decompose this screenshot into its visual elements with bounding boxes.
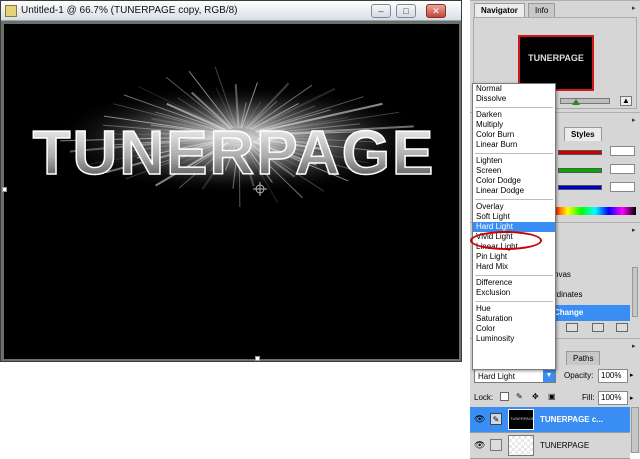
canvas-artwork: TUNERPAGE	[32, 66, 436, 207]
panel-menu-icon[interactable]: ▸	[632, 117, 639, 124]
eye-icon[interactable]: 👁	[474, 414, 486, 424]
blend-mode-option[interactable]: Exclusion	[473, 288, 555, 298]
opacity-field[interactable]: 100%	[598, 369, 628, 383]
panel-menu-icon[interactable]: ▸	[632, 343, 639, 350]
menu-separator	[473, 298, 555, 304]
fill-arrow-icon[interactable]: ▸	[630, 394, 634, 402]
blend-mode-option[interactable]: Multiply	[473, 120, 555, 130]
fill-field[interactable]: 100%	[598, 391, 628, 405]
layer-thumbnail: TUNERPAGE	[508, 409, 535, 430]
document-window: Untitled-1 @ 66.7% (TUNERPAGE copy, RGB/…	[0, 0, 462, 362]
menu-separator	[473, 196, 555, 202]
opacity-arrow-icon[interactable]: ▸	[630, 371, 634, 379]
lock-all-icon[interactable]: ▣	[548, 392, 557, 401]
blend-mode-option[interactable]: Difference	[473, 278, 555, 288]
blend-mode-option[interactable]: Lighten	[473, 156, 555, 166]
layer-name[interactable]: TUNERPAGE	[540, 441, 589, 450]
blend-mode-option[interactable]: Color Burn	[473, 130, 555, 140]
menu-separator	[473, 272, 555, 278]
lock-move-icon[interactable]: ✥	[532, 392, 541, 401]
navigator-zoom-slider[interactable]	[560, 98, 610, 104]
color-spectrum-bar[interactable]	[554, 207, 636, 215]
document-title: Untitled-1 @ 66.7% (TUNERPAGE copy, RGB/…	[21, 5, 238, 16]
menu-separator	[473, 150, 555, 156]
lock-brush-icon[interactable]: ✎	[516, 392, 525, 401]
brush-icon: ✎	[490, 413, 502, 425]
layer-thumbnail-text: TUNERPAGE	[510, 416, 535, 421]
blend-mode-option[interactable]: Hard Mix	[473, 262, 555, 272]
blend-mode-option[interactable]: Screen	[473, 166, 555, 176]
lock-label: Lock:	[474, 393, 494, 402]
tab-paths[interactable]: Paths	[566, 351, 601, 365]
fill-label: Fill:	[582, 393, 595, 402]
menu-separator	[473, 104, 555, 110]
chevron-down-icon[interactable]: ▼	[543, 370, 555, 382]
tab-styles[interactable]: Styles	[564, 127, 602, 141]
image-canvas[interactable]: TUNERPAGE	[4, 24, 459, 359]
close-button[interactable]: ✕	[426, 4, 446, 18]
trash-icon[interactable]	[616, 323, 628, 332]
tab-navigator[interactable]: Navigator	[474, 3, 525, 17]
maximize-button[interactable]: □	[396, 4, 416, 18]
new-document-icon[interactable]	[566, 323, 578, 332]
layer-name[interactable]: TUNERPAGE c...	[540, 415, 603, 424]
blend-mode-option[interactable]: Normal	[473, 84, 555, 94]
blend-mode-dropdown[interactable]: Normal Dissolve Darken Multiply Color Burn Li…	[472, 83, 556, 370]
history-item[interactable]: rdinates	[554, 287, 630, 303]
layer-row[interactable]: 👁 TUNERPAGE	[470, 433, 630, 459]
blend-mode-option[interactable]: Overlay	[473, 202, 555, 212]
blend-mode-select[interactable]: Hard Light ▼	[474, 369, 556, 383]
panel-menu-icon[interactable]: ▸	[632, 5, 639, 12]
transform-handle[interactable]	[2, 187, 7, 192]
blend-mode-option[interactable]: Color	[473, 324, 555, 334]
tab-info[interactable]: Info	[528, 3, 556, 17]
blend-mode-option[interactable]: Hue	[473, 304, 555, 314]
blend-mode-option[interactable]: Hard Light	[473, 222, 555, 232]
blend-mode-option[interactable]: Dissolve	[473, 94, 555, 104]
blend-mode-option[interactable]: Linear Dodge	[473, 186, 555, 196]
minimize-button[interactable]: ‒	[371, 4, 391, 18]
opacity-label: Opacity:	[564, 371, 594, 380]
blend-mode-option[interactable]: Darken	[473, 110, 555, 120]
zoom-slider-thumb[interactable]	[572, 99, 580, 105]
blend-mode-option[interactable]: Soft Light	[473, 212, 555, 222]
blend-mode-option[interactable]: Saturation	[473, 314, 555, 324]
layers-scrollbar[interactable]	[631, 407, 639, 453]
green-value-field[interactable]	[610, 164, 635, 174]
blend-mode-option[interactable]: Color Dodge	[473, 176, 555, 186]
navigator-thumbnail-text: TUNERPAGE	[528, 53, 584, 63]
panel-menu-icon[interactable]: ▸	[632, 227, 639, 234]
layer-row-selected[interactable]: 👁 ✎ TUNERPAGE TUNERPAGE c...	[470, 407, 630, 433]
document-title-bar[interactable]: Untitled-1 @ 66.7% (TUNERPAGE copy, RGB/…	[1, 1, 461, 21]
blend-mode-option[interactable]: Pin Light	[473, 252, 555, 262]
blend-mode-option[interactable]: Luminosity	[473, 334, 555, 344]
new-snapshot-icon[interactable]	[592, 323, 604, 332]
canvas-text: TUNERPAGE	[33, 119, 436, 188]
blend-mode-option[interactable]: Linear Burn	[473, 140, 555, 150]
eye-icon[interactable]: 👁	[474, 440, 486, 450]
history-scrollbar[interactable]	[632, 267, 638, 317]
red-value-field[interactable]	[610, 146, 635, 156]
blue-value-field[interactable]	[610, 182, 635, 192]
zoom-in-icon[interactable]: ▲	[620, 96, 632, 106]
blend-mode-option[interactable]: Linear Light	[473, 242, 555, 252]
history-item[interactable]: nvas	[554, 267, 630, 283]
red-channel-slider[interactable]	[558, 150, 602, 155]
blend-mode-option[interactable]: Vivid Light	[473, 232, 555, 242]
link-slot-icon[interactable]	[490, 439, 502, 451]
photoshop-document-icon	[5, 5, 17, 17]
blue-channel-slider[interactable]	[558, 185, 602, 190]
transform-handle[interactable]	[255, 356, 260, 361]
history-item-selected[interactable]: Change	[554, 305, 630, 321]
blend-mode-value: Hard Light	[478, 372, 515, 381]
lock-transparency-icon[interactable]	[500, 392, 509, 401]
green-channel-slider[interactable]	[558, 168, 602, 173]
